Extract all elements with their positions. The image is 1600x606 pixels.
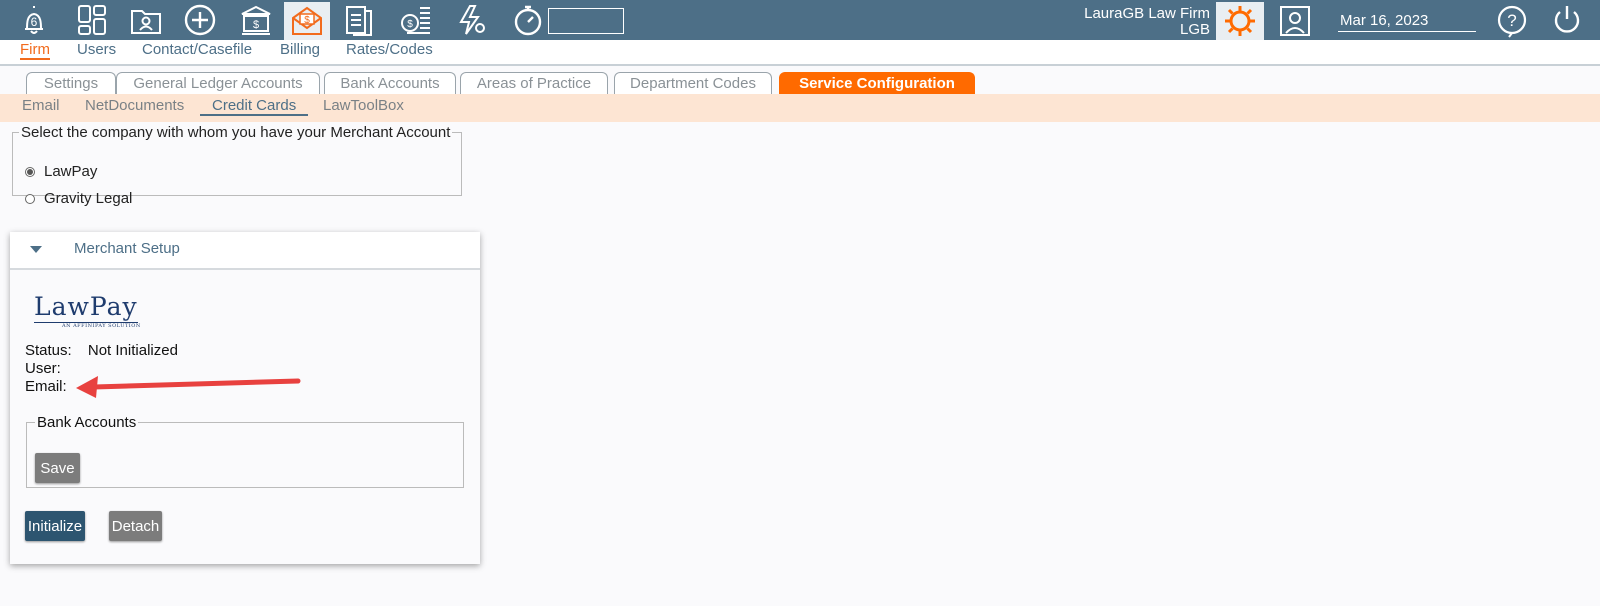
radio-lawpay-label: LawPay xyxy=(44,163,98,180)
dashboard-icon[interactable] xyxy=(72,2,112,38)
lawpay-logo-tagline: AN AFFINIPAY SOLUTION xyxy=(62,323,141,329)
notification-count: 6 xyxy=(31,15,38,29)
radio-lawpay[interactable]: LawPay xyxy=(25,163,97,180)
main-nav: Firm Users Contact/Casefile Billing Rate… xyxy=(0,40,1600,66)
nav-firm[interactable]: Firm xyxy=(20,41,50,60)
status-label: Status: xyxy=(25,342,72,359)
subtab-email[interactable]: Email xyxy=(22,97,60,114)
subtab-lawtoolbox[interactable]: LawToolBox xyxy=(323,97,404,114)
contact-folder-icon[interactable] xyxy=(126,2,166,38)
service-subtabs: Email NetDocuments Credit Cards LawToolB… xyxy=(0,94,1600,122)
firm-name: LauraGB Law Firm xyxy=(1084,5,1210,22)
plus-icon[interactable] xyxy=(180,2,220,38)
help-icon[interactable]: ? xyxy=(1495,4,1531,40)
lawpay-logo: LawPay AN AFFINIPAY SOLUTION xyxy=(34,292,141,329)
power-icon[interactable] xyxy=(1550,3,1586,39)
tab-settings[interactable]: Settings xyxy=(26,72,116,94)
firm-code: LGB xyxy=(1179,21,1210,38)
annotation-arrow-icon xyxy=(76,376,301,398)
bank-icon[interactable]: $ xyxy=(236,2,276,38)
current-date[interactable]: Mar 16, 2023 xyxy=(1338,12,1476,32)
user-profile-icon[interactable] xyxy=(1278,4,1312,38)
svg-text:$: $ xyxy=(253,19,259,31)
tab-areas-of-practice[interactable]: Areas of Practice xyxy=(460,72,608,94)
top-toolbar: 6 $ $ $ LauraGB Law Firm LGB Mar 16, 202… xyxy=(0,0,1600,40)
firm-label: LauraGB Law Firm LGB xyxy=(1084,6,1210,38)
merchant-company-fieldset: Select the company with whom you have yo… xyxy=(12,124,462,207)
tab-service-configuration[interactable]: Service Configuration xyxy=(779,72,975,94)
svg-text:$: $ xyxy=(304,15,310,26)
timer-icon[interactable] xyxy=(508,2,548,38)
initialize-button[interactable]: Initialize xyxy=(25,511,85,541)
subtab-netdocuments[interactable]: NetDocuments xyxy=(85,97,184,114)
settings-gear-icon[interactable] xyxy=(1216,2,1264,40)
subtab-credit-cards[interactable]: Credit Cards xyxy=(200,97,309,116)
lightning-icon[interactable] xyxy=(452,2,492,38)
nav-billing[interactable]: Billing xyxy=(280,41,320,58)
document-icon[interactable] xyxy=(340,2,380,38)
status-value: Not Initialized xyxy=(87,342,178,359)
collapse-caret-icon[interactable] xyxy=(30,246,42,253)
save-button[interactable]: Save xyxy=(35,453,80,483)
detach-button[interactable]: Detach xyxy=(109,511,162,541)
tab-general-ledger-accounts[interactable]: General Ledger Accounts xyxy=(116,72,320,94)
status-row: Status: Not Initialized xyxy=(25,342,178,359)
tab-department-codes[interactable]: Department Codes xyxy=(614,72,772,94)
nav-rates-codes[interactable]: Rates/Codes xyxy=(346,41,433,58)
bank-accounts-fieldset: Bank Accounts Save xyxy=(26,414,464,488)
radio-lawpay-input[interactable] xyxy=(25,166,35,177)
merchant-company-legend: Select the company with whom you have yo… xyxy=(21,124,451,141)
user-label: User: xyxy=(25,360,61,377)
tab-bank-accounts[interactable]: Bank Accounts xyxy=(324,72,456,94)
email-money-icon[interactable]: $ xyxy=(284,2,330,40)
coins-icon[interactable]: $ xyxy=(396,2,436,38)
toolbar-search-input[interactable] xyxy=(548,8,624,34)
radio-gravity-legal-input[interactable] xyxy=(25,193,35,204)
svg-text:?: ? xyxy=(1507,11,1516,30)
merchant-setup-header[interactable]: Merchant Setup xyxy=(10,232,480,270)
svg-text:$: $ xyxy=(407,19,413,30)
nav-contact-casefile[interactable]: Contact/Casefile xyxy=(142,41,252,58)
email-label: Email: xyxy=(25,378,67,395)
radio-gravity-legal[interactable]: Gravity Legal xyxy=(25,190,132,207)
bank-accounts-legend: Bank Accounts xyxy=(37,414,137,431)
lawpay-logo-text: LawPay xyxy=(34,292,138,321)
radio-gravity-legal-label: Gravity Legal xyxy=(44,190,133,207)
merchant-setup-title: Merchant Setup xyxy=(74,240,180,257)
bell-icon[interactable]: 6 xyxy=(14,2,54,38)
nav-users[interactable]: Users xyxy=(77,41,116,58)
